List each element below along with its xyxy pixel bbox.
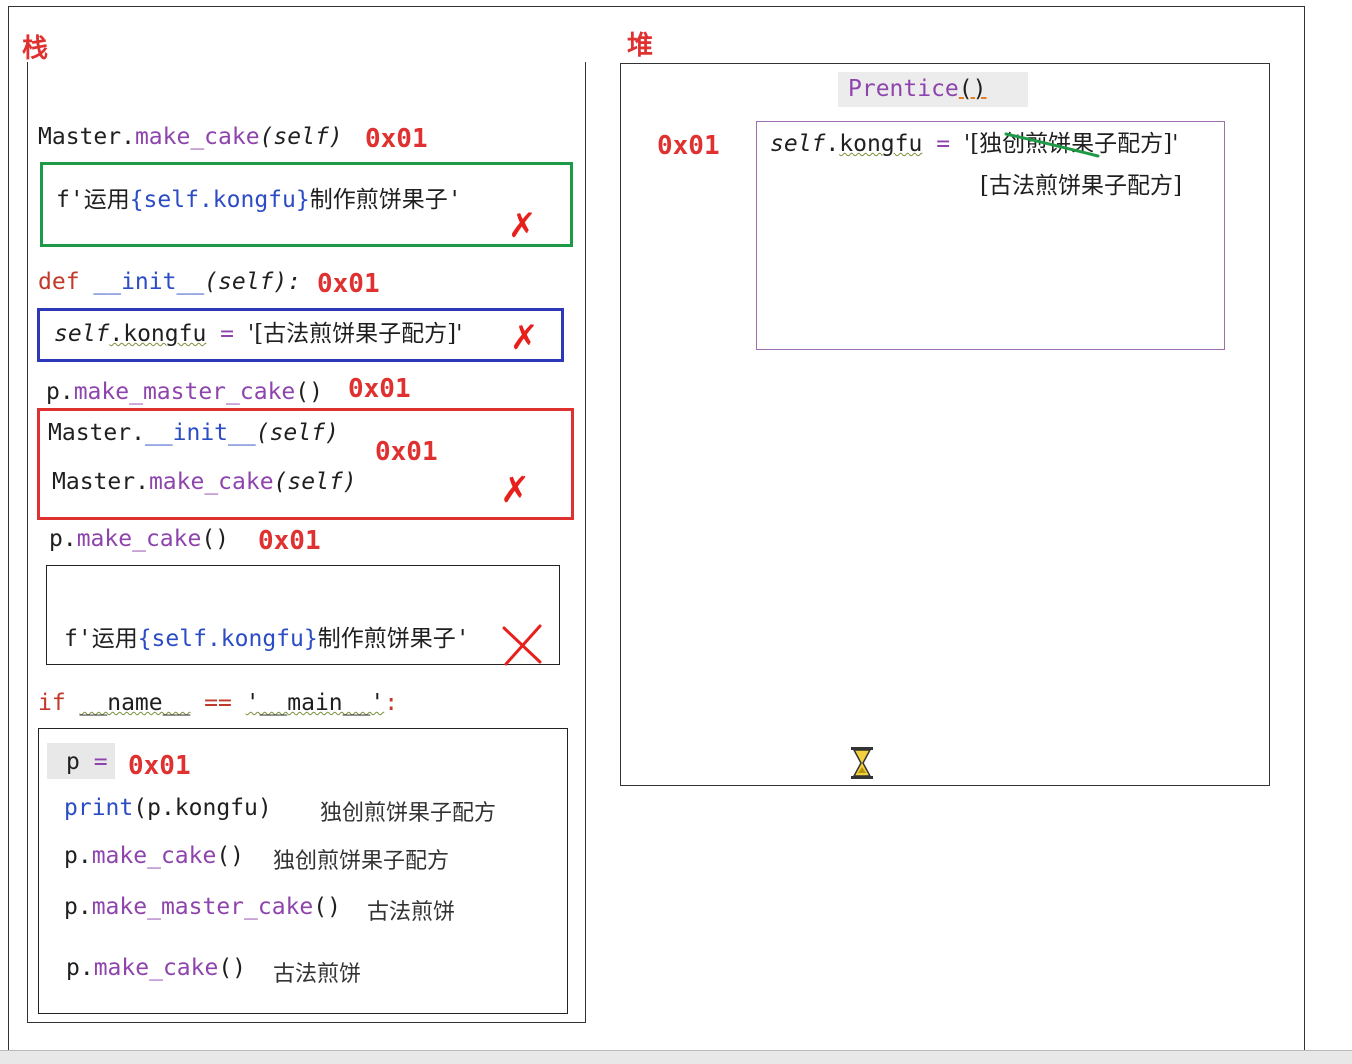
object-label: Prentice() [848, 78, 986, 101]
main-line-make-master-cake: p.make_master_cake() [64, 896, 341, 919]
call-args: (p.kongfu) [133, 795, 272, 821]
call-obj: Master. [48, 420, 145, 446]
operator: = [79, 749, 122, 775]
call-master-init: Master.__init__(self) [48, 422, 339, 445]
heap-title: 堆 [627, 31, 654, 61]
cross-mark-icon: ✗ [508, 206, 537, 246]
operator: = [206, 321, 248, 347]
frame-address: 0x01 [365, 124, 428, 154]
fstring-end: ' [455, 626, 470, 652]
main-guard: if __name__ == '__main__': [38, 692, 398, 715]
string-value: '[古法煎饼果子配方]' [247, 321, 463, 347]
frame-master-make-cake-header: Master.make_cake(self) [38, 126, 343, 149]
fstring-end: ' [447, 187, 462, 213]
frame-method: make_cake [134, 124, 260, 150]
output-text: 古法煎饼 [273, 962, 362, 987]
strike-through-mark [1004, 132, 1100, 158]
builtin-fn: print [64, 795, 134, 821]
fstring-expr: {self.kongfu} [137, 626, 318, 652]
inner-address: 0x01 [375, 437, 438, 467]
call-args: () [218, 955, 247, 981]
frame-init-header: def __init__(self): [38, 271, 301, 294]
main-line-print: print(p.kongfu) [64, 797, 272, 820]
keyword: if [38, 690, 80, 716]
heap-new-value: [古法煎饼果子配方] [980, 173, 1182, 199]
output-text: 独创煎饼果子配方 [273, 849, 450, 874]
cross-mark-icon: ✗ [500, 470, 531, 511]
frame-make-master-cake-header: p.make_master_cake() [46, 381, 323, 404]
frame-obj: Master. [38, 124, 135, 150]
fstring-text: 运用 [83, 187, 130, 213]
keyword: def [38, 269, 94, 295]
call-parens: () [958, 76, 987, 102]
operator: == [190, 690, 246, 716]
attr-name: .kongfu [109, 321, 207, 347]
frame-args: () [295, 379, 323, 405]
call-args: () [216, 843, 245, 869]
call-obj: p. [64, 894, 92, 920]
attr-name: kongfu [839, 131, 923, 157]
frame-init-body: self.kongfu = '[古法煎饼果子配方]' [54, 323, 462, 346]
frame-method: make_cake [76, 526, 202, 552]
frame-method: make_master_cake [73, 379, 296, 405]
call-method: make_cake [93, 955, 219, 981]
call-obj: p. [66, 955, 94, 981]
stack-title: 栈 [22, 34, 49, 64]
frame-address: 0x01 [258, 526, 321, 556]
string-value: '__main__' [245, 690, 385, 716]
fstring-text: 制作煎饼果子 [309, 187, 448, 213]
call-method: make_master_cake [91, 894, 314, 920]
frame-make-cake-body: f'运用{self.kongfu}制作煎饼果子' [64, 628, 470, 651]
frame-master-make-cake-body: f'运用{self.kongfu}制作煎饼果子' [56, 189, 462, 212]
function-name: __init__ [93, 269, 205, 295]
call-args: () [313, 894, 341, 920]
operator: = [922, 131, 964, 157]
self-ref: self [770, 131, 826, 157]
main-line-make-cake: p.make_cake() [64, 845, 244, 868]
fstring-text: 运用 [91, 626, 138, 652]
frame-obj: p. [46, 379, 74, 405]
dunder-name: __name__ [79, 690, 191, 716]
frame-address: 0x01 [317, 269, 380, 299]
cross-mark-icon [502, 624, 542, 666]
call-obj: Master. [52, 469, 149, 495]
hourglass-icon [851, 747, 873, 779]
fstring-prefix: f' [56, 187, 84, 213]
heap-address: 0x01 [657, 131, 720, 161]
colon: : [384, 690, 399, 716]
output-text: 独创煎饼果子配方 [320, 801, 497, 826]
call-method: make_cake [148, 469, 274, 495]
p-assignment: p = [66, 751, 121, 774]
self-ref: self [54, 321, 110, 347]
var-name: p [66, 749, 80, 775]
call-args: (self) [273, 469, 357, 495]
heap-attr-line: self.kongfu = '[独创煎饼果子配方]' [770, 133, 1178, 156]
call-args: (self) [255, 420, 339, 446]
window-bottom-bar [0, 1050, 1352, 1064]
function-args: (self): [204, 269, 302, 295]
call-obj: p. [64, 843, 92, 869]
call-master-make-cake: Master.make_cake(self) [52, 471, 357, 494]
call-method: make_cake [91, 843, 217, 869]
main-line-make-cake-2: p.make_cake() [66, 957, 246, 980]
frame-obj: p. [49, 526, 77, 552]
frame-address: 0x01 [348, 374, 411, 404]
fstring-text: 制作煎饼果子 [317, 626, 456, 652]
fstring-prefix: f' [64, 626, 92, 652]
class-name: Prentice [848, 76, 959, 102]
call-method: __init__ [144, 420, 256, 446]
cross-mark-icon: ✗ [510, 318, 539, 358]
output-text: 古法煎饼 [367, 900, 456, 925]
frame-make-cake-header: p.make_cake() [49, 528, 229, 551]
frame-args: (self) [259, 124, 343, 150]
fstring-expr: {self.kongfu} [129, 187, 310, 213]
frame-args: () [201, 526, 230, 552]
dot: . [825, 131, 840, 157]
p-address: 0x01 [128, 751, 191, 781]
